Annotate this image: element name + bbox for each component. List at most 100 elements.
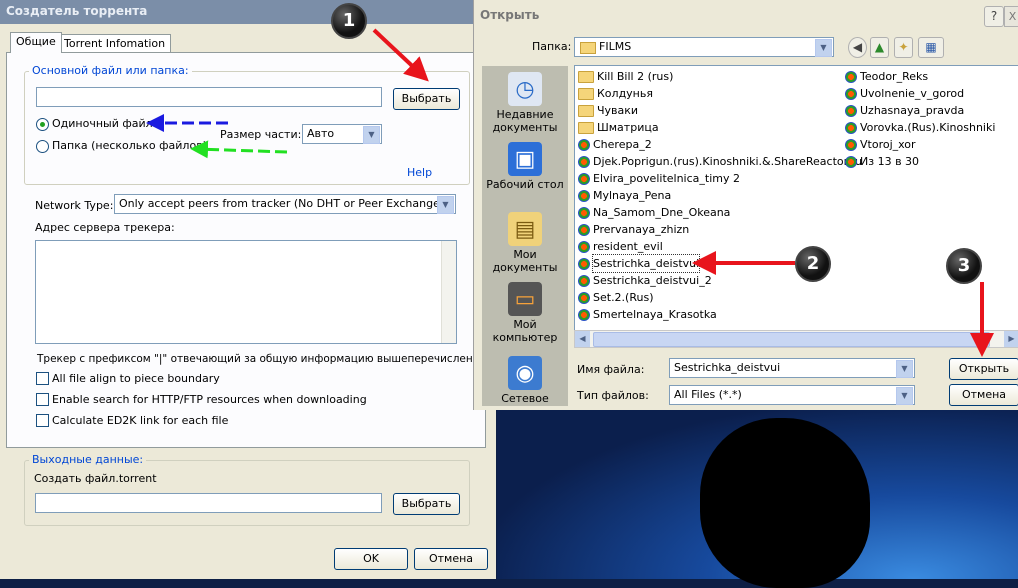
file-name: Mylnaya_Pena: [593, 189, 672, 202]
tab-general[interactable]: Общие: [10, 32, 62, 53]
ed2k-link-checkbox[interactable]: [36, 414, 49, 427]
torrent-creator-window: Создатель торрента Общие Torrent Infomat…: [0, 0, 496, 579]
creator-titlebar[interactable]: Создатель торрента: [0, 0, 496, 24]
scroll-thumb[interactable]: [593, 332, 990, 347]
media-file-icon: [845, 138, 857, 151]
media-file-icon: [578, 172, 590, 185]
scroll-right-icon[interactable]: ▶: [1004, 331, 1018, 347]
folder-radio[interactable]: [36, 140, 49, 153]
file-item[interactable]: Uvolnenie_v_gorod: [845, 85, 1015, 102]
single-file-radio[interactable]: [36, 118, 49, 131]
place-label: Мои документы: [492, 248, 558, 274]
file-item[interactable]: Шматрица: [578, 119, 840, 136]
file-item[interactable]: Djek.Poprigun.(rus).Kinoshniki.&.ShareRe…: [578, 153, 862, 170]
back-icon[interactable]: ◀: [848, 37, 867, 58]
http-search-checkbox[interactable]: [36, 393, 49, 406]
align-pieces-checkbox[interactable]: [36, 372, 49, 385]
media-file-icon: [578, 274, 590, 287]
file-item[interactable]: Kill Bill 2 (rus): [578, 68, 840, 85]
file-column-1: Kill Bill 2 (rus) Колдунья Чуваки Шматрица C…: [578, 68, 862, 323]
piece-size-select[interactable]: Авто ▼: [302, 124, 382, 144]
single-file-label: Одиночный файл: [52, 117, 153, 130]
file-name: Vorovka.(Rus).Kinoshniki: [860, 121, 996, 134]
file-item[interactable]: Mylnaya_Pena: [578, 187, 840, 204]
source-browse-button[interactable]: Выбрать: [393, 88, 460, 110]
folder-icon: [578, 87, 594, 100]
ed2k-link-label: Calculate ED2K link for each file: [52, 414, 229, 427]
filetype-select[interactable]: All Files (*.*) ▼: [669, 385, 915, 405]
view-menu-icon[interactable]: ▦: [918, 37, 944, 58]
help-button[interactable]: ?: [984, 6, 1004, 27]
chevron-down-icon: ▼: [363, 126, 380, 144]
place-desktop[interactable]: ▣ Рабочий стол: [482, 142, 568, 191]
media-file-icon: [845, 121, 857, 134]
tracker-textarea[interactable]: [35, 240, 457, 344]
file-item[interactable]: Uzhasnaya_pravda: [845, 102, 1015, 119]
file-item[interactable]: Vorovka.(Rus).Kinoshniki: [845, 119, 1015, 136]
file-item[interactable]: Vtoroj_xor: [845, 136, 1015, 153]
open-dialog-title: Открыть: [480, 8, 540, 22]
dialog-cancel-button[interactable]: Отмена: [949, 384, 1018, 406]
media-file-icon: [578, 155, 590, 168]
place-network[interactable]: ◉ Сетевое: [482, 356, 568, 405]
place-my-computer[interactable]: ▭ Мой компьютер: [482, 282, 568, 344]
desktop-icon: ▣: [508, 142, 542, 176]
help-link[interactable]: Help: [407, 166, 432, 179]
chevron-down-icon: ▼: [815, 39, 832, 57]
file-name: Uvolnenie_v_gorod: [860, 87, 965, 100]
close-button[interactable]: X: [1004, 6, 1018, 27]
chevron-down-icon: ▼: [896, 387, 913, 405]
file-name: Kill Bill 2 (rus): [597, 70, 674, 83]
file-name: Set.2.(Rus): [593, 291, 654, 304]
file-name: Teodor_Reks: [860, 70, 929, 83]
network-type-select[interactable]: Only accept peers from tracker (No DHT o…: [114, 194, 456, 214]
media-file-icon: [578, 291, 590, 304]
place-label: Сетевое: [501, 392, 549, 405]
file-name: Из 13 в 30: [860, 155, 920, 168]
media-file-icon: [845, 87, 857, 100]
place-my-documents[interactable]: ▤ Мои документы: [482, 212, 568, 274]
file-item[interactable]: Prervanaya_zhizn: [578, 221, 840, 238]
new-folder-icon[interactable]: ✦: [894, 37, 913, 58]
source-path-input[interactable]: [36, 87, 382, 107]
open-dialog-titlebar[interactable]: Открыть ? X: [474, 0, 1018, 30]
creator-title: Создатель торрента: [6, 4, 148, 18]
file-item[interactable]: Elvira_povelitelnica_timy 2: [578, 170, 840, 187]
place-recent-documents[interactable]: ◷ Недавние документы: [482, 72, 568, 134]
output-path-input[interactable]: [35, 493, 382, 513]
media-file-icon: [578, 240, 590, 253]
ok-button[interactable]: OK: [334, 548, 408, 570]
scroll-left-icon[interactable]: ◀: [575, 331, 590, 347]
http-search-label: Enable search for HTTP/FTP resources whe…: [52, 393, 367, 406]
cancel-button[interactable]: Отмена: [414, 548, 488, 570]
file-item[interactable]: Из 13 в 30: [845, 153, 1015, 170]
up-folder-icon[interactable]: ▲: [870, 37, 889, 58]
output-browse-button[interactable]: Выбрать: [393, 493, 460, 515]
tracker-scrollbar[interactable]: [441, 241, 456, 343]
file-item[interactable]: Cherepa_2: [578, 136, 840, 153]
network-type-label: Network Type:: [35, 199, 114, 212]
my-computer-icon: ▭: [508, 282, 542, 316]
media-file-icon: [578, 138, 590, 151]
folder-icon: [578, 70, 594, 83]
filename-input[interactable]: Sestrichka_deistvui ▼: [669, 358, 915, 378]
open-button[interactable]: Открыть: [949, 358, 1018, 380]
folder-icon: [578, 121, 594, 134]
file-name: Шматрица: [597, 121, 659, 134]
folder-icon: [578, 104, 594, 117]
file-list-scrollbar[interactable]: ◀ ▶: [574, 330, 1018, 348]
file-item[interactable]: Teodor_Reks: [845, 68, 1015, 85]
file-list[interactable]: Kill Bill 2 (rus) Колдунья Чуваки Шматрица C…: [574, 65, 1018, 332]
media-file-icon: [578, 189, 590, 202]
folder-select[interactable]: FILMS ▼: [574, 37, 834, 57]
media-file-icon: [578, 257, 590, 270]
media-file-icon: [578, 223, 590, 236]
file-item[interactable]: Na_Samom_Dne_Okeana: [578, 204, 840, 221]
tab-torrent-information[interactable]: Torrent Infomation: [58, 34, 172, 53]
file-item[interactable]: Set.2.(Rus): [578, 289, 840, 306]
file-item[interactable]: Чуваки: [578, 102, 840, 119]
file-item[interactable]: Smertelnaya_Krasotka: [578, 306, 840, 323]
step-marker-2: 2: [795, 246, 831, 282]
recent-documents-icon: ◷: [508, 72, 542, 106]
file-item[interactable]: Колдунья: [578, 85, 840, 102]
